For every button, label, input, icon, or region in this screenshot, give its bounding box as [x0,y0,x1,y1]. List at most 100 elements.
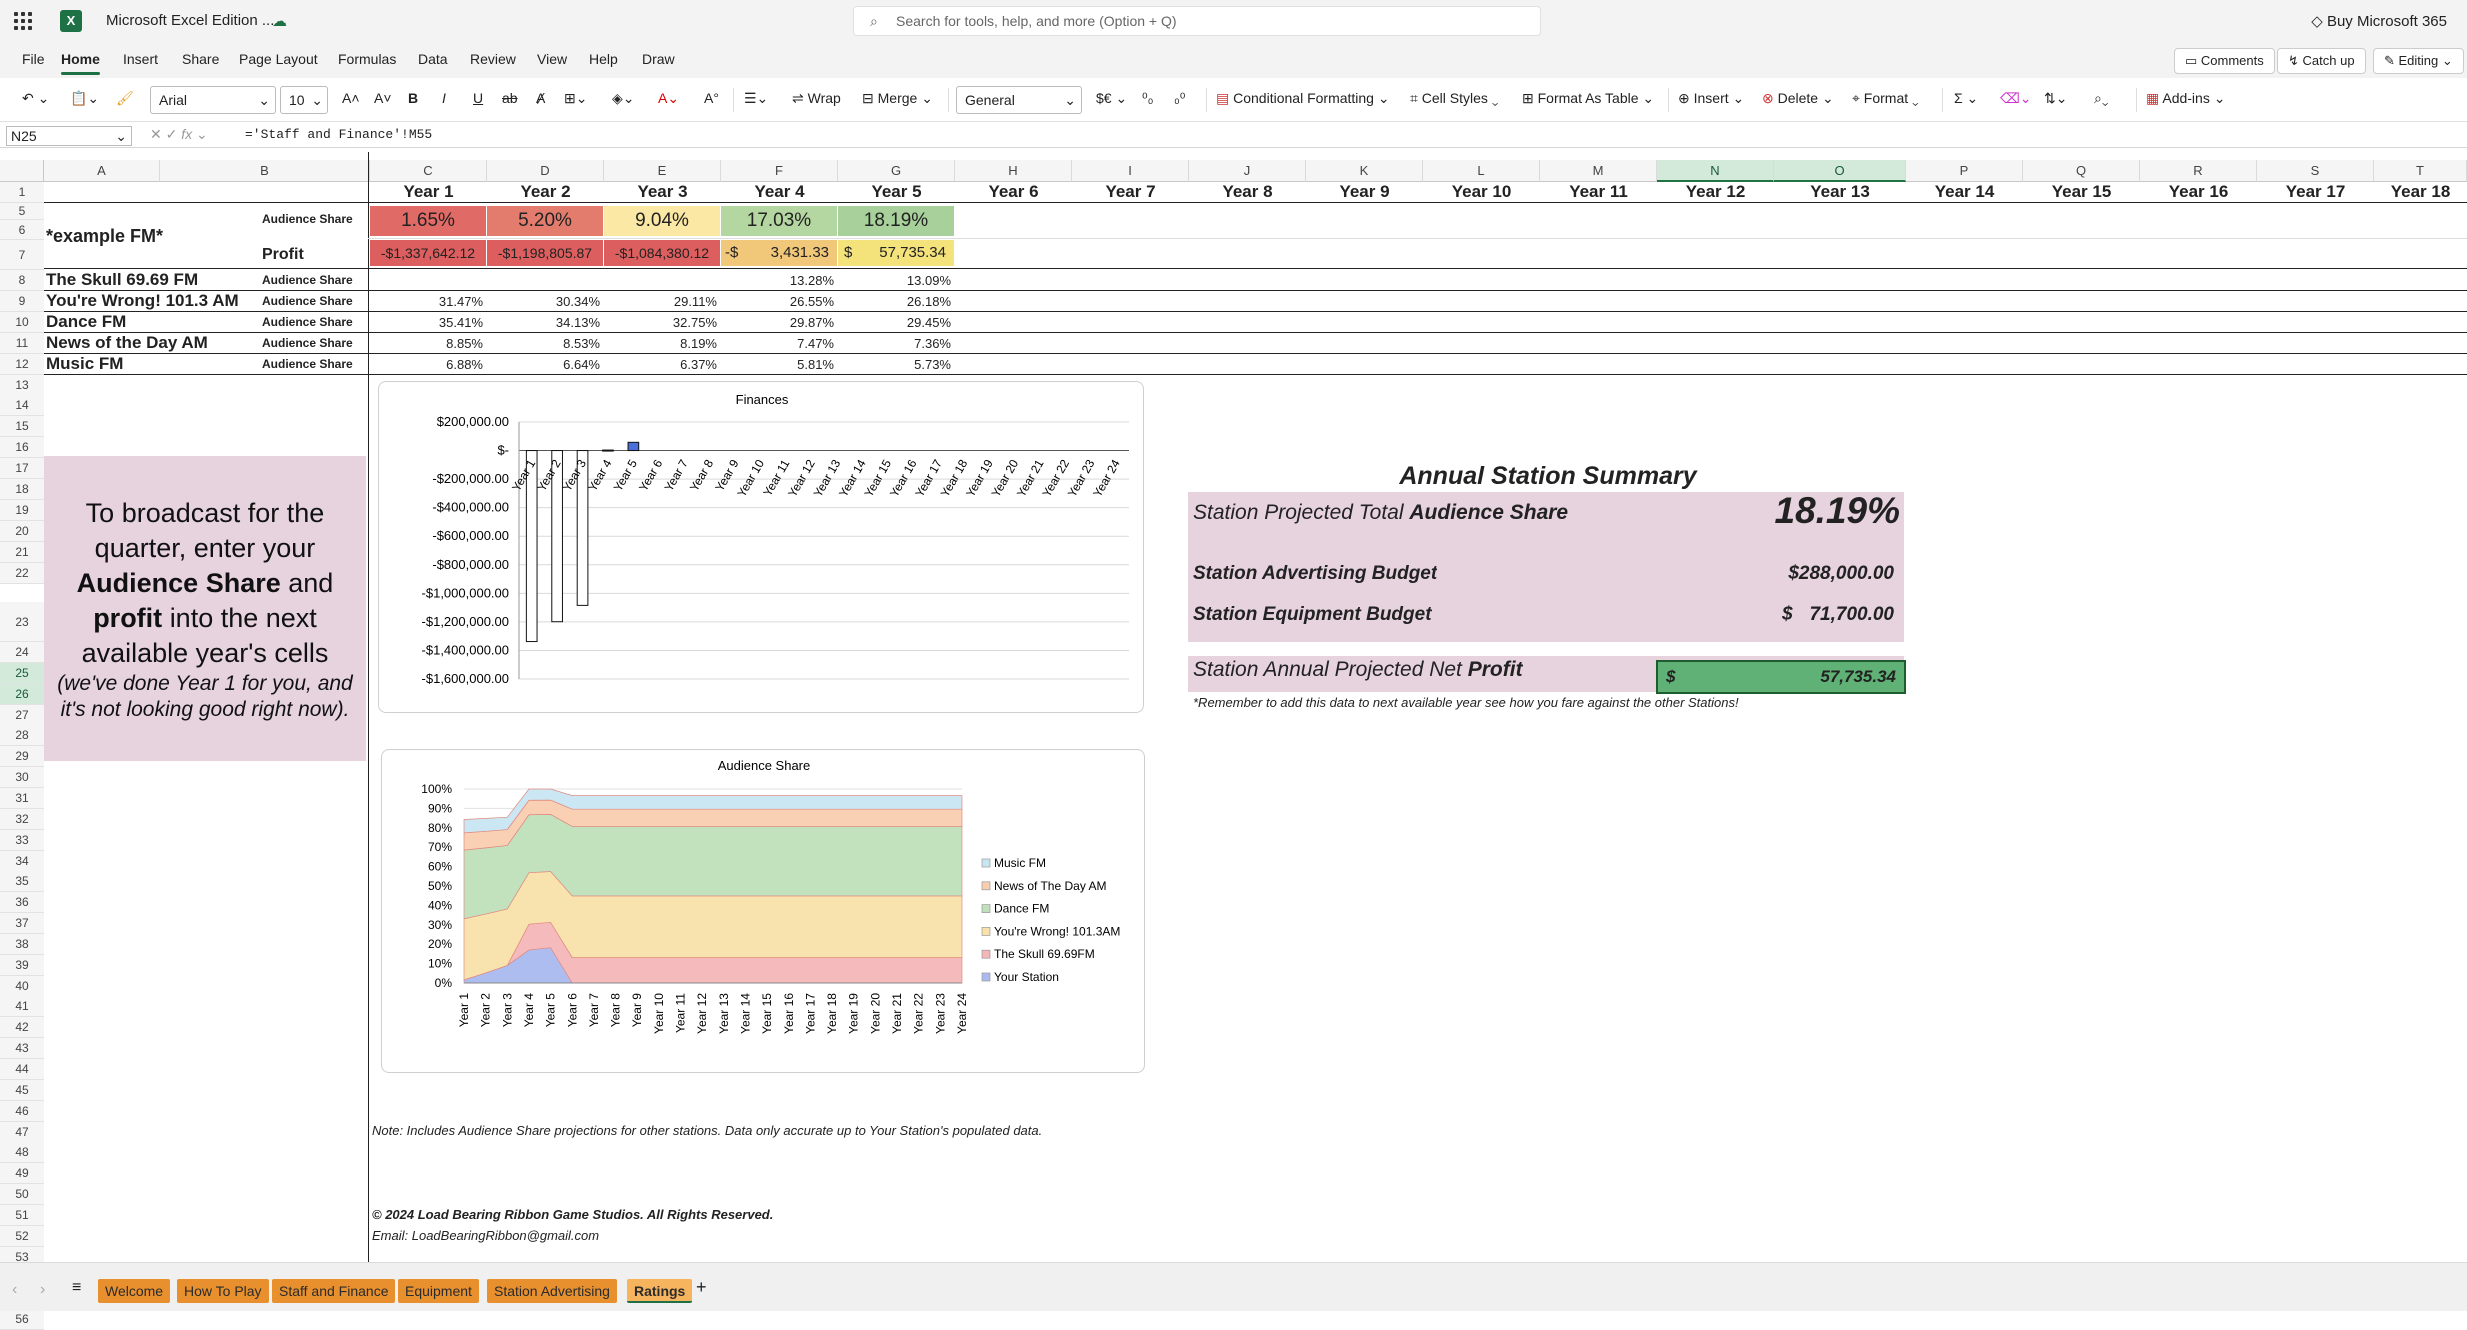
row-header-16[interactable]: 16 [0,437,44,459]
column-header-d[interactable]: D [487,160,604,182]
summary-advertising-value[interactable]: $288,000.00 [1700,563,1894,585]
row-header-39[interactable]: 39 [0,954,44,976]
row-header-17[interactable]: 17 [0,458,44,480]
column-header-h[interactable]: H [955,160,1072,182]
column-header-g[interactable]: G [838,160,955,182]
align-icon[interactable]: ☰⌄ [744,90,768,107]
row-header-9[interactable]: 9 [0,290,44,312]
all-sheets-icon[interactable]: ≡ [72,1279,81,1297]
station-share-cell[interactable]: 8.53% [487,336,600,351]
document-title[interactable]: Microsoft Excel Edition ... [106,12,274,29]
row-header-30[interactable]: 30 [0,767,44,789]
row-header-19[interactable]: 19 [0,499,44,521]
sheet-tab-how-to-play[interactable]: How To Play [177,1279,269,1303]
column-header-a[interactable]: A [44,160,160,182]
station-share-cell[interactable]: 31.47% [370,294,483,309]
row-header-12[interactable]: 12 [0,353,44,375]
row-header-32[interactable]: 32 [0,808,44,830]
autosum-icon[interactable]: Σ ⌄ [1954,90,1978,107]
column-header-f[interactable]: F [721,160,838,182]
row-header-25[interactable]: 25 [0,662,44,684]
sheet-tab-equipment[interactable]: Equipment [398,1279,479,1303]
station-share-cell[interactable]: 34.13% [487,315,600,330]
tab-page-layout[interactable]: Page Layout [239,51,318,67]
sort-filter-icon[interactable]: ⇅⌄ [2044,90,2067,107]
column-header-c[interactable]: C [370,160,487,182]
column-header-p[interactable]: P [1906,160,2023,182]
tab-draw[interactable]: Draw [642,51,675,67]
finances-chart[interactable]: Finances $200,000.00 $- -$200,000.00 -$400,0… [378,381,1144,713]
row-header-5[interactable]: 5 [0,203,44,220]
insert-cells-button[interactable]: ⊕ Insert ⌄ [1678,90,1744,107]
tab-formulas[interactable]: Formulas [338,51,396,67]
station-share-cell[interactable]: 29.11% [604,294,717,309]
station-share-cell[interactable]: 5.73% [838,357,951,372]
year-header-18[interactable]: Year 18 [2374,182,2467,202]
paste-icon[interactable]: 📋⌄ [70,90,99,107]
column-header-q[interactable]: Q [2023,160,2140,182]
name-box[interactable]: N25 ⌄ [6,126,132,146]
station-share-cell[interactable]: 13.28% [721,273,834,288]
row-header-41[interactable]: 41 [0,996,44,1018]
row-header-11[interactable]: 11 [0,332,44,354]
increase-font-icon[interactable]: A˄ [342,90,360,106]
station-share-cell[interactable]: 7.47% [721,336,834,351]
row-header-33[interactable]: 33 [0,829,44,851]
year-header-9[interactable]: Year 9 [1306,182,1423,202]
year-header-1[interactable]: Year 1 [370,182,487,202]
year-header-8[interactable]: Year 8 [1189,182,1306,202]
row-header-47[interactable]: 47 [0,1121,44,1143]
tab-file[interactable]: File [22,51,45,67]
decimal-increase-icon[interactable]: ⁰₀ [1142,90,1153,107]
row-header-8[interactable]: 8 [0,270,44,291]
row-header-50[interactable]: 50 [0,1184,44,1206]
merge-button[interactable]: ⊟ Merge ⌄ [862,90,933,107]
decrease-font-icon[interactable]: A˅ [374,90,392,106]
year-header-7[interactable]: Year 7 [1072,182,1189,202]
row-header-26[interactable]: 26 [0,683,44,705]
cell-styles-button[interactable]: ⌗ Cell Styles ⌄ [1410,90,1498,107]
underline-icon[interactable]: U [473,90,483,106]
scroll-right-icon[interactable]: › [40,1281,45,1299]
subscript-icon[interactable]: Ⱥ [536,90,545,106]
year-header-11[interactable]: Year 11 [1540,182,1657,202]
text-effects-icon[interactable]: A° [704,90,719,106]
row-header-13[interactable]: 13 [0,374,44,396]
row-header-45[interactable]: 45 [0,1079,44,1101]
station-share-cell[interactable]: 32.75% [604,315,717,330]
station-share-cell[interactable]: 6.64% [487,357,600,372]
year-header-17[interactable]: Year 17 [2257,182,2374,202]
scroll-left-icon[interactable]: ‹ [12,1281,17,1299]
column-header-r[interactable]: R [2140,160,2257,182]
row-header-46[interactable]: 46 [0,1100,44,1122]
column-header-l[interactable]: L [1423,160,1540,182]
example-share-year4[interactable]: 17.03% [721,206,837,236]
search-box[interactable]: ⌕ Search for tools, help, and more (Optio… [853,6,1541,36]
font-name-select[interactable]: Arial ⌄ [150,86,276,114]
format-painter-icon[interactable]: 🖌 [116,90,134,107]
audience-share-chart[interactable]: Audience Share 100% 90% 80% 70% 60% 50% 40% 30% 2… [381,749,1145,1073]
station-share-cell[interactable]: 30.34% [487,294,600,309]
year-header-2[interactable]: Year 2 [487,182,604,202]
row-header-21[interactable]: 21 [0,541,44,563]
tab-data[interactable]: Data [418,51,448,67]
row-header-6[interactable]: 6 [0,220,44,240]
row-header-34[interactable]: 34 [0,850,44,872]
tab-review[interactable]: Review [470,51,516,67]
find-icon[interactable]: ⌕⌄ [2094,90,2108,107]
row-header-20[interactable]: 20 [0,520,44,542]
sheet-tab-ratings[interactable]: Ratings [627,1279,693,1303]
station-share-cell[interactable]: 8.19% [604,336,717,351]
add-ins-button[interactable]: ▦ Add-ins ⌄ [2146,90,2225,107]
format-as-table-button[interactable]: ⊞ Format As Table ⌄ [1522,90,1654,107]
row-header-40[interactable]: 40 [0,975,44,997]
sheet-tab-welcome[interactable]: Welcome [98,1279,171,1303]
example-share-year3[interactable]: 9.04% [604,206,720,236]
row-header-56[interactable]: 56 [0,1309,44,1330]
font-color-icon[interactable]: A⌄ [658,90,679,107]
row-header-51[interactable]: 51 [0,1204,44,1226]
station-share-cell[interactable]: 5.81% [721,357,834,372]
conditional-formatting-button[interactable]: ▤ Conditional Formatting ⌄ [1216,90,1390,107]
row-header-48[interactable]: 48 [0,1142,44,1164]
year-header-4[interactable]: Year 4 [721,182,838,202]
